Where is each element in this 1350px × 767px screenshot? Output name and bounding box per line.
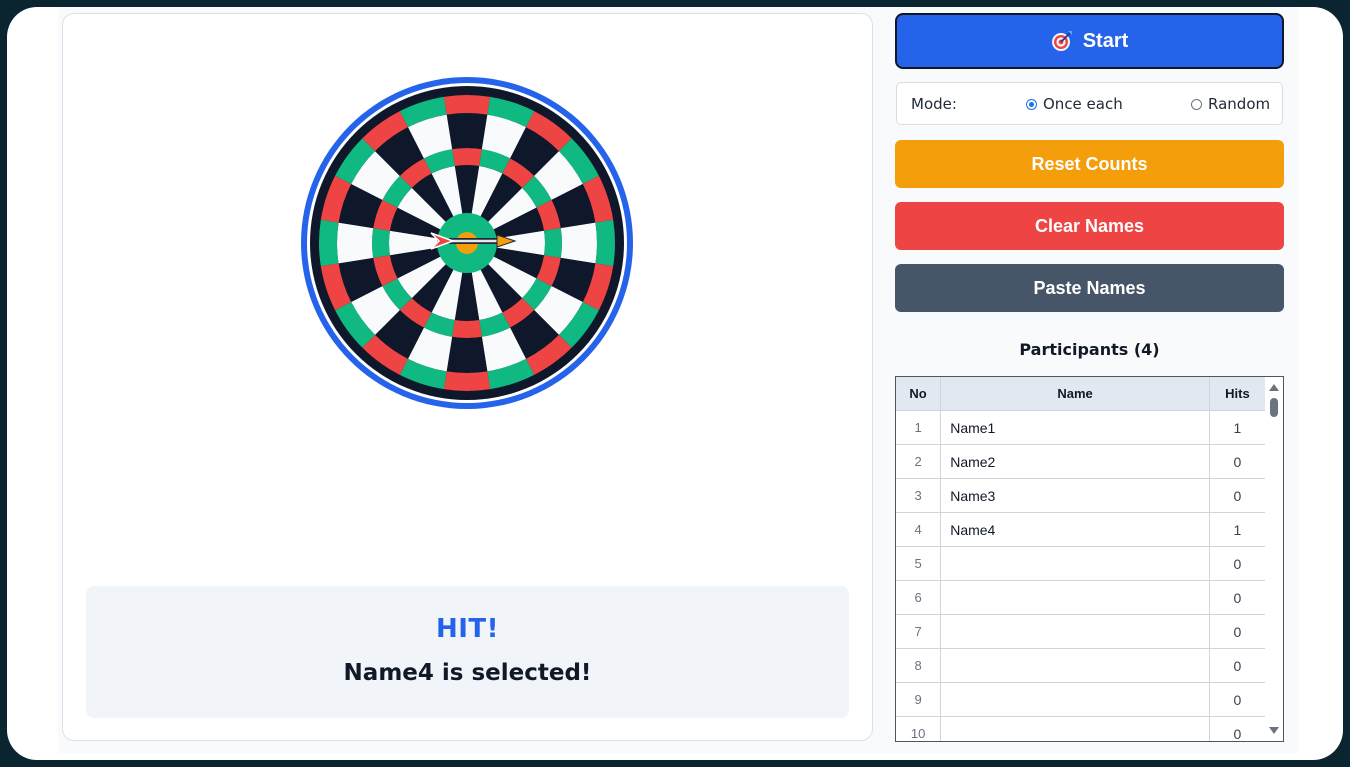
mode-selector: Mode: Once each Random [896,82,1283,125]
scroll-up-arrow-icon[interactable] [1269,384,1279,391]
board-double-ring-segment [595,219,615,267]
start-button[interactable]: Start [895,13,1284,69]
row-number: 4 [896,512,942,547]
board-segment-outer [446,113,488,150]
board-treble-ring-segment [372,228,390,258]
row-hits: 0 [1209,648,1267,683]
scroll-down-arrow-icon[interactable] [1269,727,1279,734]
clear-names-button[interactable]: Clear Names [895,202,1284,250]
row-number: 3 [896,478,942,513]
board-treble-ring-segment [544,228,562,258]
app-window: HIT! Name4 is selected! Start Mode: Once… [7,7,1343,760]
reset-counts-button[interactable]: Reset Counts [895,140,1284,188]
participants-title: Participants (4) [1019,340,1160,359]
dartboard-panel: HIT! Name4 is selected! [62,13,873,741]
row-hits: 0 [1209,580,1267,615]
row-number: 6 [896,580,942,615]
start-label: Start [1082,29,1129,52]
target-icon [1051,30,1073,52]
row-hits: 0 [1209,546,1267,581]
row-name-cell[interactable]: Name3 [940,478,1210,513]
row-hits: 0 [1209,478,1267,513]
row-name-cell[interactable]: Name2 [940,444,1210,479]
row-hits: 0 [1209,614,1267,649]
mode-label: Mode: [911,95,957,113]
row-name-cell[interactable] [940,614,1210,649]
table-scrollbar[interactable] [1265,377,1283,741]
row-number: 10 [896,716,942,741]
row-hits: 0 [1209,444,1267,479]
table-row[interactable]: 1 Name1 1 [896,410,1267,445]
board-treble-ring-segment [452,320,482,338]
board-segment-outer [446,336,488,373]
row-name-cell[interactable]: Name4 [940,512,1210,547]
table-row[interactable]: 80 [896,648,1267,683]
row-hits: 1 [1209,512,1267,547]
board-double-ring-segment [443,94,491,115]
row-number: 7 [896,614,942,649]
row-number: 8 [896,648,942,683]
table-row[interactable]: 60 [896,580,1267,615]
dartboard [301,77,633,409]
mode-option-random[interactable]: Random [1191,95,1270,113]
random-radio[interactable] [1191,98,1202,110]
result-box: HIT! Name4 is selected! [86,586,849,718]
row-number: 9 [896,682,942,717]
table-row[interactable]: 10 0 [896,716,1267,741]
row-name-cell[interactable] [940,682,1210,717]
row-name-cell[interactable]: Name1 [940,410,1210,445]
random-label: Random [1208,95,1271,113]
row-name-cell[interactable] [940,716,1210,741]
row-name-cell[interactable] [940,546,1210,581]
row-number: 5 [896,546,942,581]
mode-option-once-each[interactable]: Once each [1026,95,1123,113]
hit-label: HIT! [435,614,500,644]
participants-table-container: No Name Hits 1 Name1 1 2 Name2 0 3 Name3 0 4 Name4… [895,376,1284,742]
column-header-hits: Hits [1209,377,1267,411]
table-row[interactable]: 90 [896,682,1267,717]
board-treble-ring-segment [452,148,482,166]
row-number: 2 [896,444,942,479]
row-hits: 0 [1209,682,1267,717]
board-segment-outer [337,222,374,264]
participants-table: No Name Hits 1 Name1 1 2 Name2 0 3 Name3 0 4 Name4… [896,377,1267,741]
row-number: 1 [896,410,942,445]
table-row[interactable]: 4 Name4 1 [896,512,1267,547]
once-each-radio[interactable] [1026,98,1037,110]
board-segment-outer [560,222,597,264]
table-row[interactable]: 3 Name3 0 [896,478,1267,513]
board-double-ring-segment [319,219,339,267]
paste-names-button[interactable]: Paste Names [895,264,1284,312]
selected-message: Name4 is selected! [343,660,592,686]
row-name-cell[interactable] [940,580,1210,615]
once-each-label: Once each [1043,95,1123,113]
column-header-name: Name [940,377,1210,411]
row-hits: 0 [1209,716,1267,741]
table-row[interactable]: 70 [896,614,1267,649]
column-header-no: No [896,377,942,411]
table-row[interactable]: 2 Name2 0 [896,444,1267,479]
table-header-row: No Name Hits [896,377,1267,411]
scroll-thumb[interactable] [1270,398,1278,417]
row-name-cell[interactable] [940,648,1210,683]
board-double-ring-segment [443,371,491,391]
table-row[interactable]: 50 [896,546,1267,581]
row-hits: 1 [1209,410,1267,445]
